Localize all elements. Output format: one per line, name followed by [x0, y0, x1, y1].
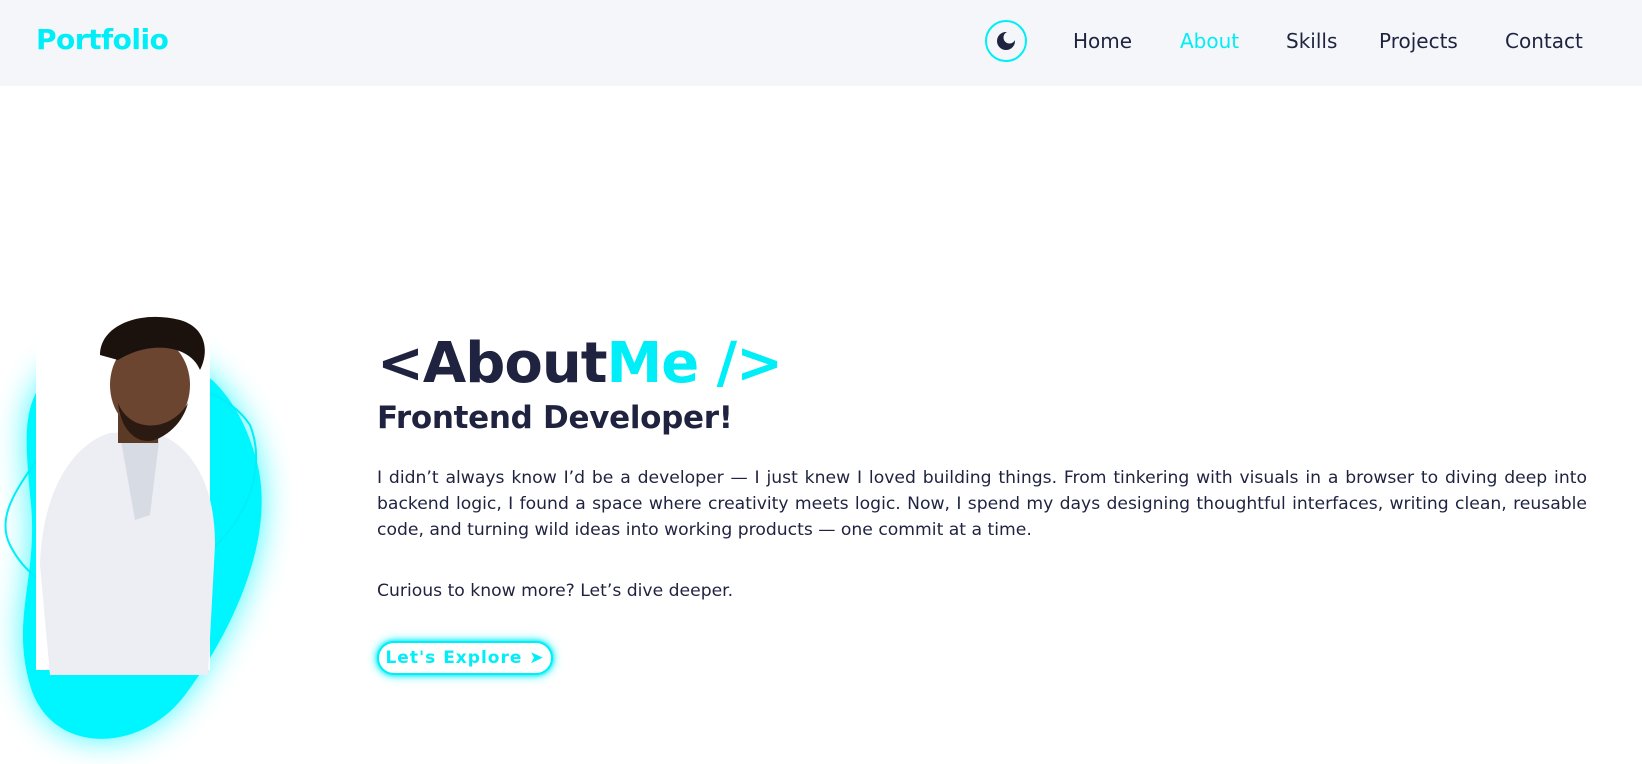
cta-text: Curious to know more? Let’s dive deeper.: [377, 581, 734, 601]
nav-link-projects[interactable]: Projects: [1379, 26, 1458, 56]
logo[interactable]: Portfolio: [36, 20, 169, 60]
navbar: Portfolio Home About Skills Projects Con…: [0, 0, 1642, 86]
profile-photo: [0, 315, 290, 764]
heading-close-tag: />: [698, 331, 783, 396]
heading-me-word: Me: [606, 331, 699, 396]
nav-link-skills[interactable]: Skills: [1286, 26, 1337, 56]
explore-button[interactable]: Let's Explore ➤: [377, 641, 553, 675]
about-subheading: Frontend Developer!: [377, 400, 733, 436]
heading-open-tag: <: [377, 331, 424, 396]
nav-link-home[interactable]: Home: [1073, 26, 1132, 56]
heading-about-word: About: [422, 331, 608, 396]
about-bio: I didn’t always know I’d be a developer …: [377, 468, 1587, 540]
moon-icon: [997, 31, 1016, 50]
theme-toggle-button[interactable]: [985, 20, 1027, 62]
nav-link-contact[interactable]: Contact: [1505, 26, 1583, 56]
nav-link-about[interactable]: About: [1180, 26, 1239, 56]
about-heading: <AboutMe />: [377, 330, 783, 398]
